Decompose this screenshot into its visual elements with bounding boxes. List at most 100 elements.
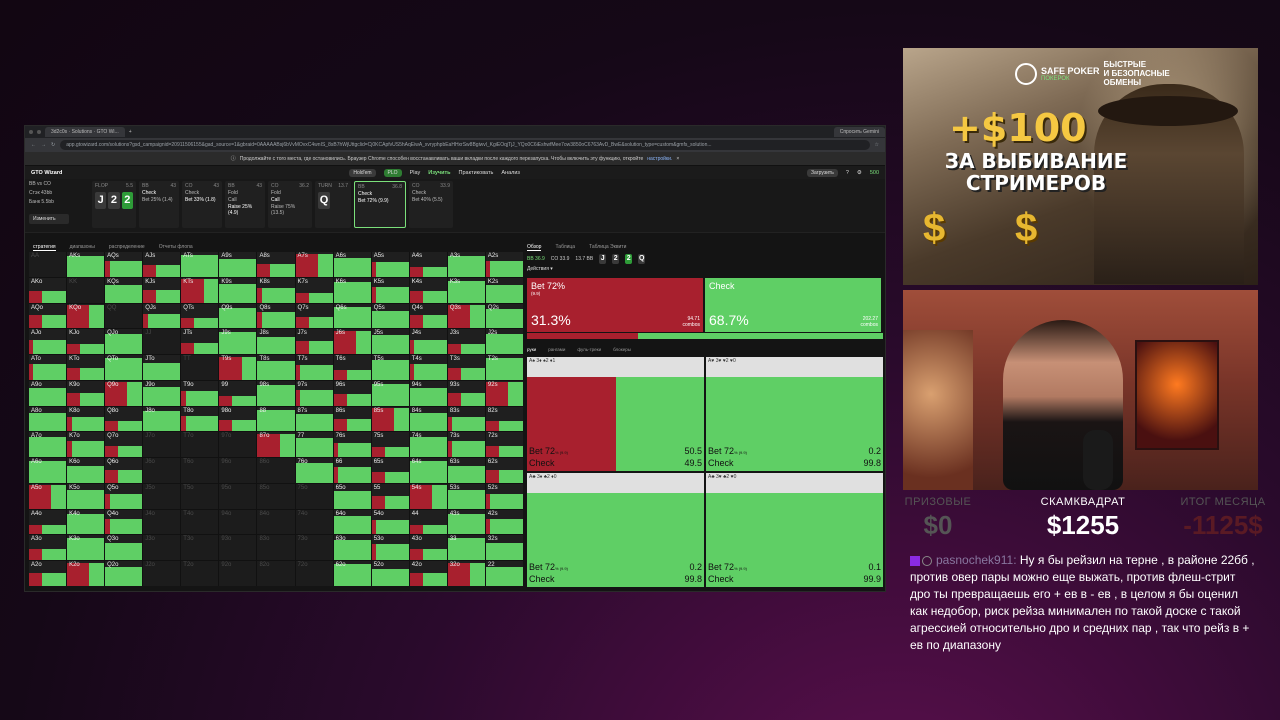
action-line[interactable]: Bet 25% (1.4) <box>142 197 176 203</box>
hand-cell[interactable]: J9s <box>219 329 257 355</box>
hand-cell[interactable]: J2o <box>143 561 181 586</box>
hand-cell[interactable]: Q4s <box>409 303 447 329</box>
hand-cell[interactable]: AKo <box>29 277 67 303</box>
hand-cell[interactable]: K3o <box>67 535 105 561</box>
edit-button[interactable]: Изменить <box>29 214 69 224</box>
actions-dropdown[interactable]: Действия ▾ <box>527 266 883 276</box>
hand-cell[interactable]: 95s <box>371 380 409 406</box>
hand-cell[interactable]: 94o <box>219 509 257 535</box>
street-action[interactable]: BB 43 Fold Call Raise 25% (4.9) <box>225 181 265 228</box>
hand-cell[interactable]: 87s <box>295 406 333 432</box>
hand-cell[interactable]: J5s <box>371 329 409 355</box>
hand-cell[interactable]: QTo <box>105 355 143 380</box>
hand-cell[interactable]: J4o <box>143 509 181 535</box>
hand-cell[interactable]: K7s <box>295 277 333 303</box>
hand-cell[interactable]: J3o <box>143 535 181 561</box>
hand-cell[interactable]: Q7o <box>105 432 143 458</box>
hand-cell[interactable]: 92s <box>485 380 523 406</box>
hand-cell[interactable]: 85o <box>257 483 295 509</box>
hand-cell[interactable]: 53s <box>447 483 485 509</box>
hand-cell[interactable]: J6o <box>143 458 181 483</box>
hand-cell[interactable]: 52o <box>371 561 409 586</box>
hand-cell[interactable]: 74s <box>409 432 447 458</box>
action-line[interactable]: Check <box>185 190 219 196</box>
street-action[interactable]: BB 43 Check Bet 25% (1.4) <box>139 181 179 228</box>
url-field[interactable]: app.gtowizard.com/solutions?gsd_campaign… <box>60 140 870 150</box>
hand-cell[interactable]: 77 <box>295 432 333 458</box>
hand-cell[interactable]: K4o <box>67 509 105 535</box>
hand-cell[interactable]: T3s <box>447 355 485 380</box>
hand-cell[interactable]: 93o <box>219 535 257 561</box>
hand-cell[interactable]: 98o <box>219 406 257 432</box>
hand-cell[interactable]: 84o <box>257 509 295 535</box>
hand-cell[interactable]: AJs <box>143 252 181 277</box>
hand-cell[interactable]: 92o <box>219 561 257 586</box>
browser-tab-solutions[interactable]: 3d2c0s · Solutions · GTO Wi... <box>45 127 125 137</box>
hand-cell[interactable]: ATs <box>181 252 219 277</box>
hand-cell[interactable]: 87o <box>257 432 295 458</box>
situation-panel[interactable]: BB vs CO Стэк 43bb Банк 5.5bb Изменить <box>29 181 89 224</box>
hand-cell[interactable]: KQo <box>67 303 105 329</box>
hand-cell[interactable]: 83s <box>447 406 485 432</box>
hand-cell[interactable]: T7s <box>295 355 333 380</box>
hand-cell[interactable]: K4s <box>409 277 447 303</box>
hand-cell[interactable]: 63s <box>447 458 485 483</box>
hand-cell[interactable]: T6s <box>333 355 371 380</box>
hand-cell[interactable]: 62o <box>333 561 371 586</box>
hand-cell[interactable]: J6s <box>333 329 371 355</box>
tab-flop-reports[interactable]: Отчеты флопа <box>159 244 193 250</box>
tab-strategy[interactable]: стратегия <box>33 244 56 251</box>
hand-cell[interactable]: 55 <box>371 483 409 509</box>
tab-table[interactable]: Таблица <box>555 244 575 250</box>
hand-cell[interactable]: 64s <box>409 458 447 483</box>
action-line[interactable]: Raise 75% (13.5) <box>271 204 309 216</box>
hand-cell[interactable]: Q9s <box>219 303 257 329</box>
hand-cell[interactable]: A9s <box>219 252 257 277</box>
hand-cell[interactable]: 88 <box>257 406 295 432</box>
hand-cell[interactable]: AJo <box>29 329 67 355</box>
hand-cell[interactable]: 32o <box>447 561 485 586</box>
hand-cell[interactable]: 97s <box>295 380 333 406</box>
tab-equity-table[interactable]: Таблица Эквити <box>589 244 626 250</box>
hand-cell[interactable]: J4s <box>409 329 447 355</box>
hand-cell[interactable]: 65o <box>333 483 371 509</box>
hand-cell[interactable]: 33 <box>447 535 485 561</box>
hand-cell[interactable]: T5o <box>181 483 219 509</box>
hand-cell[interactable]: Q4o <box>105 509 143 535</box>
chat-author[interactable]: pasnochek911 <box>936 553 1013 567</box>
back-icon[interactable]: ← <box>31 142 36 148</box>
hand-cell[interactable]: J8o <box>143 406 181 432</box>
hand-cell[interactable]: T8s <box>257 355 295 380</box>
hand-cell[interactable]: 72o <box>295 561 333 586</box>
hand-cell[interactable]: 43s <box>447 509 485 535</box>
settings-link[interactable]: настройки. <box>647 156 672 162</box>
hand-cell[interactable]: KJs <box>143 277 181 303</box>
hand-cell[interactable]: A5s <box>371 252 409 277</box>
street-action[interactable]: CO 33.9 Check Bet 40% (5.5) <box>409 181 453 228</box>
hand-cell[interactable]: KTs <box>181 277 219 303</box>
action-line[interactable]: Raise 25% (4.9) <box>228 204 262 216</box>
hand-cell[interactable]: KK <box>67 277 105 303</box>
hand-cell[interactable]: A4s <box>409 252 447 277</box>
hand-cell[interactable]: 96o <box>219 458 257 483</box>
hand-cell[interactable]: A2o <box>29 561 67 586</box>
hand-cell[interactable]: 96s <box>333 380 371 406</box>
hand-cell[interactable]: QJs <box>143 303 181 329</box>
hand-cell[interactable]: Q7s <box>295 303 333 329</box>
hand-cell[interactable]: 82s <box>485 406 523 432</box>
combo-card[interactable]: A♣ 3♥ ♣2 ♥0 Bet 72% (9.9) Check 0.1 99.9 <box>706 473 883 587</box>
action-line[interactable]: Check <box>412 190 450 196</box>
hand-cell[interactable]: 85s <box>371 406 409 432</box>
hand-cell[interactable]: 82o <box>257 561 295 586</box>
hand-cell[interactable]: 94s <box>409 380 447 406</box>
nav-practice[interactable]: Практиковать <box>459 170 494 176</box>
hand-cell[interactable]: 63o <box>333 535 371 561</box>
hand-cell[interactable]: J7s <box>295 329 333 355</box>
hand-cell[interactable]: K3s <box>447 277 485 303</box>
hand-cell[interactable]: T3o <box>181 535 219 561</box>
hand-cell[interactable]: T2o <box>181 561 219 586</box>
hand-cell[interactable]: Q5s <box>371 303 409 329</box>
hand-cell[interactable]: 22 <box>485 561 523 586</box>
upload-button[interactable]: Загрузить <box>806 168 838 177</box>
action-line[interactable]: Check <box>358 191 402 197</box>
